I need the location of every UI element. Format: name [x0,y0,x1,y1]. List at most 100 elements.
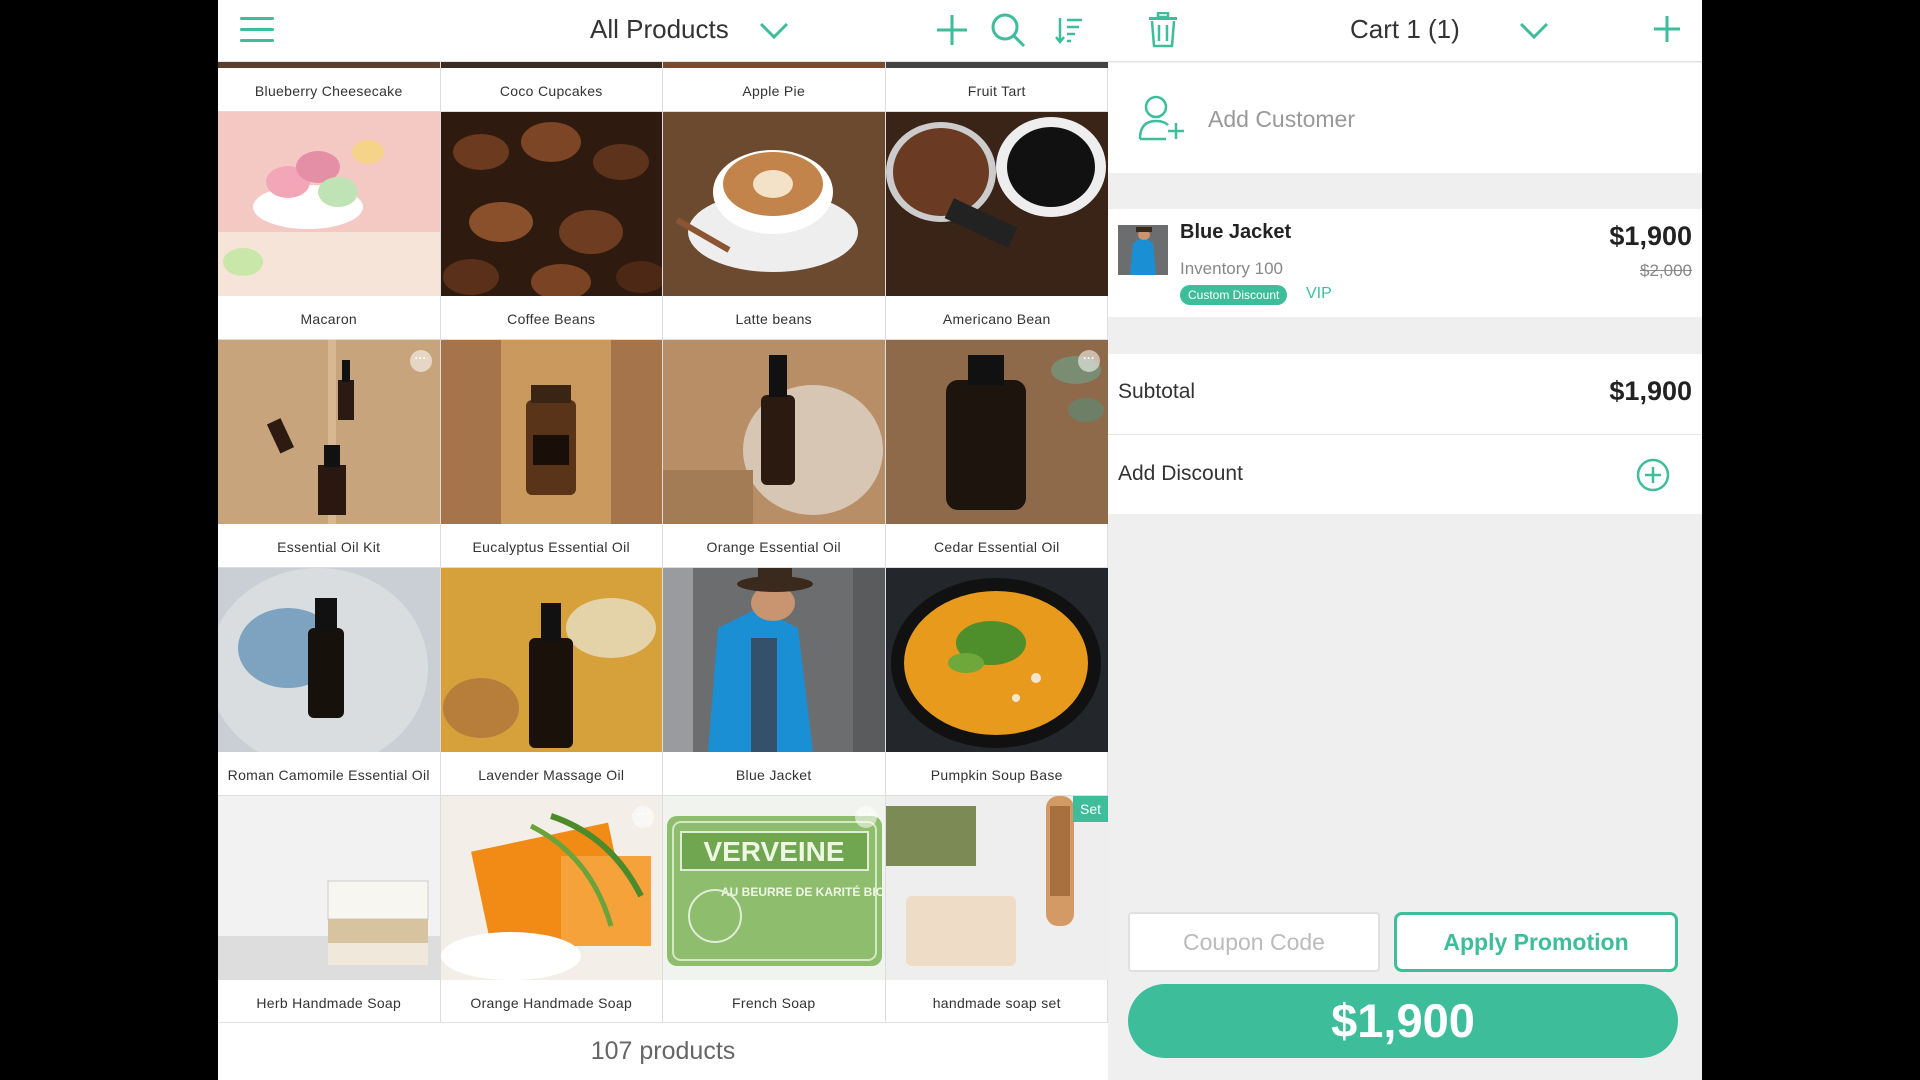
summary-section: Subtotal $1,900 Add Discount [1108,354,1702,514]
product-name: Eucalyptus Essential Oil [472,539,630,555]
product-name: Essential Oil Kit [277,539,381,555]
product-image [440,340,662,524]
product-name: Cedar Essential Oil [933,539,1060,555]
product-name: Coffee Beans [507,311,596,327]
product-row: Roman Camomile Essential Oil Lavender Ma… [218,568,1108,796]
product-card[interactable]: Coco Cupcakes [440,62,663,111]
pos-app: All Products Blueberry Cheesecake Coco C… [218,0,1702,1080]
product-card[interactable]: Pumpkin Soup Base [885,568,1108,795]
product-image [663,112,885,296]
hamburger-icon[interactable] [240,17,274,43]
product-card[interactable]: Eucalyptus Essential Oil [440,340,663,567]
product-row: Macaron Coffee Beans Latte beans America… [218,112,1108,340]
plus-icon[interactable] [934,12,970,48]
product-toolbar: All Products [218,0,1108,62]
product-name: Coco Cupcakes [499,83,603,99]
product-card[interactable]: Orange Essential Oil [663,340,886,567]
add-cart-icon[interactable] [1652,14,1682,44]
product-name: Pumpkin Soup Base [930,767,1063,783]
more-options-icon[interactable]: ··· [1078,350,1100,372]
product-card[interactable]: Lavender Massage Oil [440,568,663,795]
product-name: Apple Pie [742,83,806,99]
product-card[interactable]: ··· Orange Handmade Soap [440,796,663,1023]
product-row-partial: Blueberry Cheesecake Coco Cupcakes Apple… [218,62,1108,112]
product-row: ··· Essential Oil Kit Eucalyptus Essenti… [218,340,1108,568]
product-image [885,340,1108,524]
product-card[interactable]: Latte beans [663,112,886,339]
category-title[interactable]: All Products [590,14,729,45]
apply-promotion-button[interactable]: Apply Promotion [1394,912,1678,972]
add-discount-label[interactable]: Add Discount [1118,462,1243,486]
product-image [440,796,662,980]
more-options-icon[interactable]: ··· [632,806,654,828]
item-price: $1,900 [1609,221,1692,251]
product-card[interactable]: Blue Jacket [663,568,886,795]
product-image [218,796,440,980]
product-image [218,112,440,296]
product-image [885,796,1108,980]
item-name: Blue Jacket [1180,221,1292,243]
divider [1108,434,1702,435]
cart-panel: Cart 1 (1) Add Customer Blue Jacket Inve… [1108,0,1702,1080]
product-image: VERVEINE AU BEURRE DE KARITÉ BIO [663,796,885,980]
product-image [440,112,662,296]
product-card[interactable]: Fruit Tart [885,62,1108,111]
product-name: Americano Bean [942,311,1051,327]
product-name: Blueberry Cheesecake [254,83,403,99]
checkout-total-button[interactable]: $1,900 [1128,984,1678,1058]
product-count: 107 products [218,1022,1108,1080]
product-card[interactable]: Macaron [218,112,441,339]
product-row: Herb Handmade Soap ··· Orange Handmade S… [218,796,1108,1024]
product-image [885,568,1108,752]
item-thumbnail [1118,225,1168,275]
product-card[interactable]: Blueberry Cheesecake [218,62,441,111]
product-name: Roman Camomile Essential Oil [227,767,430,783]
cart-toolbar: Cart 1 (1) [1108,0,1702,62]
product-name: Blue Jacket [735,767,812,783]
product-name: Macaron [300,311,358,327]
cart-line-item[interactable]: Blue Jacket Inventory 100 Custom Discoun… [1108,209,1702,317]
subtotal-label: Subtotal [1118,380,1196,403]
product-image [885,112,1108,296]
chevron-down-icon[interactable] [758,14,790,46]
product-grid: Blueberry Cheesecake Coco Cupcakes Apple… [218,62,1108,1024]
chevron-down-icon[interactable] [1518,14,1550,46]
product-card[interactable]: Herb Handmade Soap [218,796,441,1023]
product-card[interactable]: Coffee Beans [440,112,663,339]
product-name: handmade soap set [932,995,1061,1011]
product-panel: All Products Blueberry Cheesecake Coco C… [218,0,1108,1080]
cart-title[interactable]: Cart 1 (1) [1350,14,1460,45]
more-options-icon[interactable]: ··· [854,806,877,828]
product-card[interactable]: ··· Cedar Essential Oil [885,340,1108,567]
product-name: French Soap [732,995,816,1011]
product-name: Lavender Massage Oil [478,767,625,783]
coupon-code-input[interactable]: Coupon Code [1128,912,1380,972]
item-original-price: $2,000 [1640,261,1692,280]
product-card[interactable]: Apple Pie [663,62,886,111]
product-card[interactable]: Set handmade soap set [885,796,1108,1023]
set-badge: Set [1072,796,1108,822]
product-card[interactable]: ··· Essential Oil Kit [218,340,441,567]
product-image [663,340,885,524]
product-card[interactable]: VERVEINE AU BEURRE DE KARITÉ BIO ··· Fren… [663,796,886,1023]
product-name: Fruit Tart [967,83,1026,99]
product-card[interactable]: Americano Bean [885,112,1108,339]
product-image [663,568,885,752]
sort-icon[interactable] [1054,12,1084,48]
vip-label: VIP [1306,285,1332,302]
add-customer-row[interactable]: Add Customer [1108,63,1702,173]
product-card[interactable]: Roman Camomile Essential Oil [218,568,441,795]
item-inventory: Inventory 100 [1180,259,1284,278]
search-icon[interactable] [990,12,1026,48]
add-customer-label: Add Customer [1208,106,1356,132]
soap-brand-text: VERVEINE [703,836,844,867]
add-user-icon [1138,95,1184,141]
product-image [218,568,440,752]
trash-icon[interactable] [1148,12,1178,48]
more-options-icon[interactable]: ··· [409,350,432,372]
soap-subtext: AU BEURRE DE KARITÉ BIO [721,884,885,899]
product-name: Herb Handmade Soap [256,995,402,1011]
discount-tag: Custom Discount [1180,285,1288,305]
plus-circle-icon[interactable] [1636,458,1670,492]
product-name: Orange Handmade Soap [470,995,633,1011]
